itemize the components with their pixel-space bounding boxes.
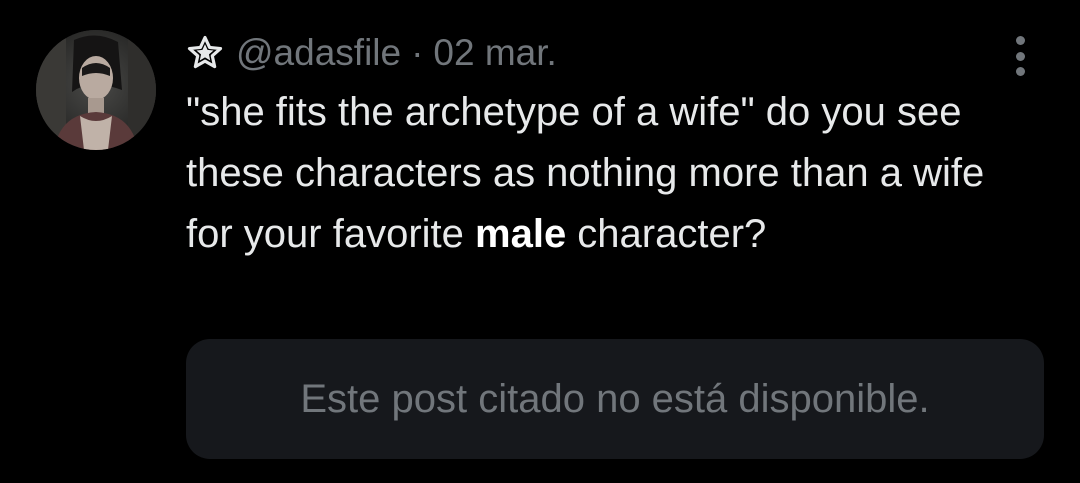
menu-dot [1015, 67, 1025, 76]
more-vertical-icon[interactable] [1008, 36, 1032, 76]
menu-dot [1015, 36, 1025, 45]
quoted-post-unavailable[interactable]: Este post citado no está disponible. [186, 339, 1044, 459]
quoted-post-message: Este post citado no está disponible. [300, 376, 930, 421]
post[interactable]: @adasfile · 02 mar. "she fits the archet… [0, 0, 1080, 483]
post-text-part2: character? [566, 212, 767, 256]
post-date[interactable]: 02 mar. [433, 32, 556, 74]
post-text-bold: male [475, 212, 567, 256]
avatar-image [36, 30, 156, 150]
avatar[interactable] [36, 30, 156, 150]
user-handle[interactable]: @adasfile [236, 32, 401, 74]
star-icon [187, 35, 223, 69]
separator: · [411, 32, 424, 73]
menu-dot [1015, 51, 1025, 61]
post-header: @adasfile · 02 mar. [186, 28, 557, 78]
post-text: "she fits the archetype of a wife" do yo… [186, 82, 1026, 265]
